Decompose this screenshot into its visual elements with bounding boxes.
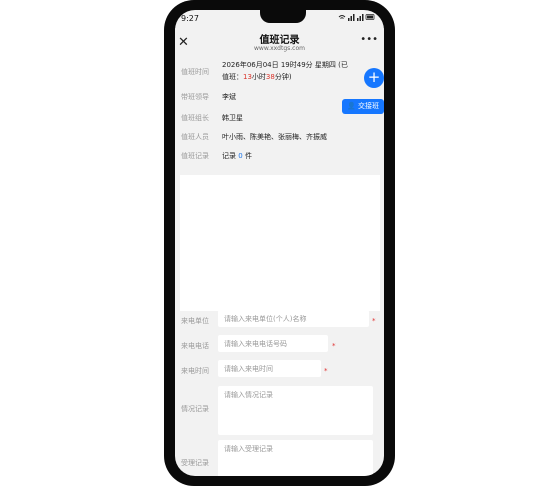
status-icons <box>338 13 376 23</box>
caller-unit-input[interactable]: 请输入来电单位(个人)名称 <box>218 310 369 327</box>
group-leader-label: 值班组长 <box>181 114 209 122</box>
records-list-panel <box>180 175 380 311</box>
staff-value: 叶小雨、陈美艳、张丽梅、齐振威 <box>222 133 327 141</box>
call-time-label: 来电时间 <box>181 367 209 375</box>
group-leader-value: 韩卫星 <box>222 114 243 122</box>
situation-label: 情况记录 <box>181 405 209 413</box>
duty-minutes-unit: 分钟) <box>274 73 292 81</box>
caller-phone-required: * <box>332 342 336 350</box>
more-icon[interactable]: ••• <box>360 34 378 45</box>
call-time-required: * <box>324 367 328 375</box>
duty-time-label: 值班时间 <box>181 68 209 76</box>
screen: 9:27 ✕ 值班记录 www.xxdtgs.com ••• 值班时间 2026… <box>175 10 384 476</box>
duty-duration-prefix: 值班： <box>222 73 243 81</box>
duty-duration: 值班：13小时38分钟) <box>222 72 292 82</box>
caller-phone-label: 来电电话 <box>181 342 209 350</box>
records-count-value: 0 <box>238 152 243 160</box>
nav-bar: ✕ 值班记录 www.xxdtgs.com ••• <box>175 28 384 64</box>
records-label: 值班记录 <box>181 152 209 160</box>
status-time: 9:27 <box>181 14 199 23</box>
leader-value: 李斌 <box>222 93 236 101</box>
user-icon: 👤 <box>347 102 356 110</box>
caller-unit-label: 来电单位 <box>181 317 209 325</box>
staff-label: 值班人员 <box>181 133 209 141</box>
caller-phone-input[interactable]: 请输入来电电话号码 <box>218 335 328 352</box>
call-time-input[interactable]: 请输入来电时间 <box>218 360 321 377</box>
records-prefix: 记录 <box>222 152 236 160</box>
records-count: 记录 0 件 <box>222 151 252 161</box>
camera-notch <box>260 10 306 23</box>
handover-button[interactable]: 👤 交接班 <box>342 99 384 114</box>
page-subtitle: www.xxdtgs.com <box>254 45 305 52</box>
add-button[interactable]: + <box>364 68 384 88</box>
status-bar: 9:27 <box>175 10 384 28</box>
duty-hours: 13 <box>243 73 252 81</box>
caller-unit-required: * <box>372 317 376 325</box>
records-suffix: 件 <box>244 152 252 160</box>
duty-hours-unit: 小时 <box>251 73 266 81</box>
handling-label: 受理记录 <box>181 459 209 467</box>
duty-minutes: 38 <box>265 73 275 81</box>
handling-textarea[interactable]: 请输入受理记录 <box>218 440 373 476</box>
handover-label: 交接班 <box>357 102 379 110</box>
situation-textarea[interactable]: 请输入情况记录 <box>218 386 373 435</box>
duty-time-date: 2026年06月04日 19时49分 星期四 (已 <box>222 61 348 69</box>
page-title: 值班记录 <box>259 35 300 46</box>
leader-label: 带班领导 <box>181 93 209 101</box>
